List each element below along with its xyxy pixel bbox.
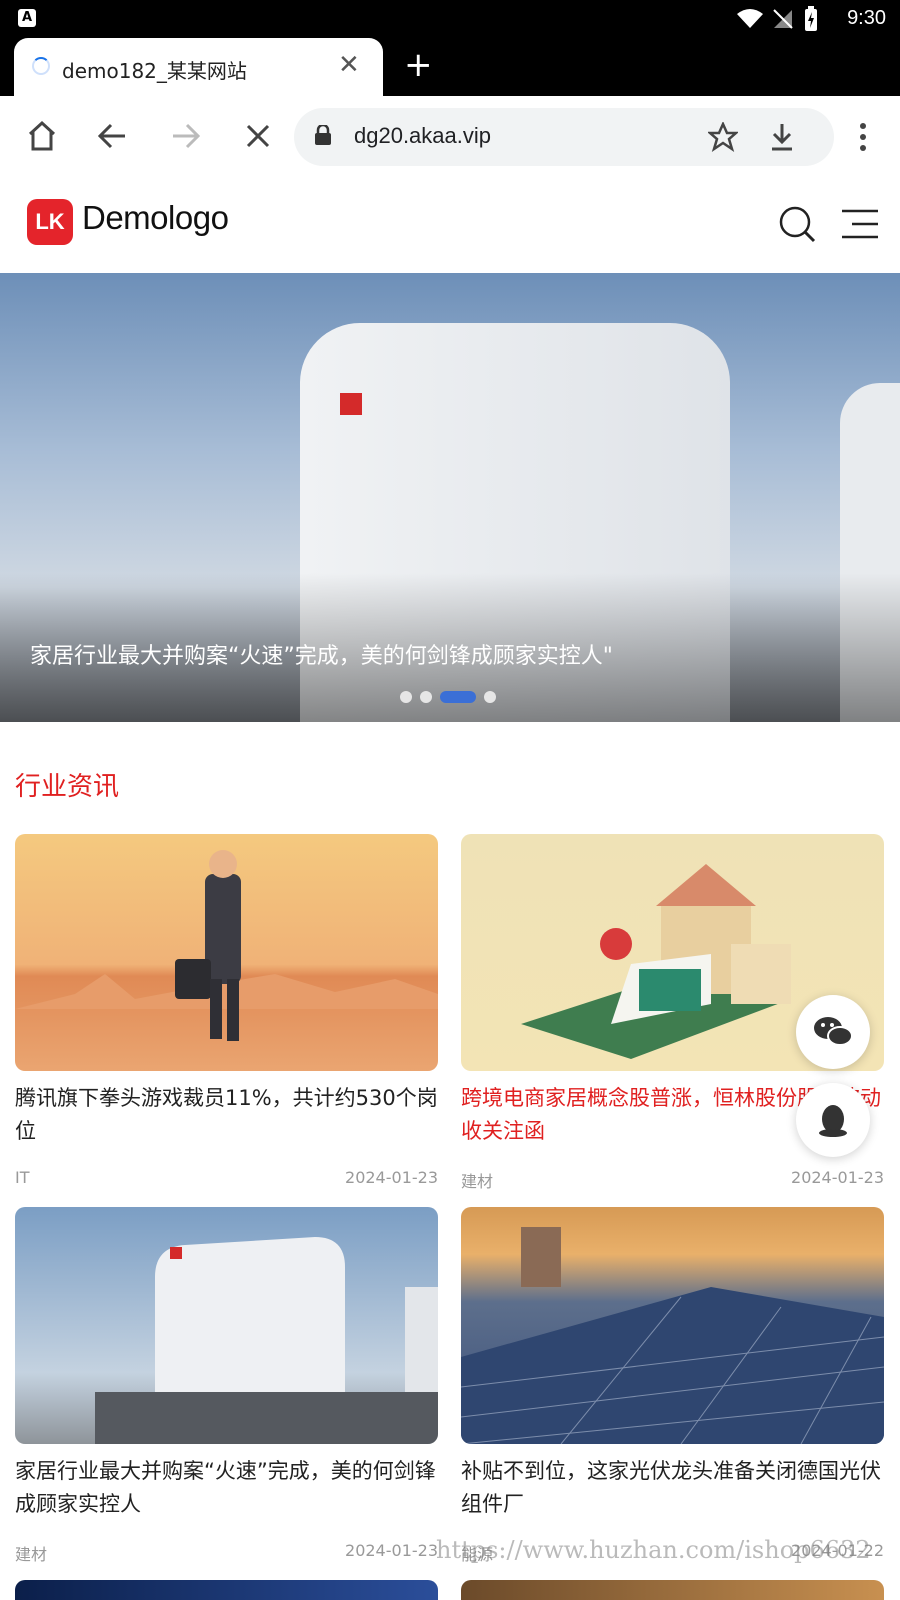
slider-dot-active[interactable]: [440, 690, 476, 703]
status-bar: A 9:30: [0, 0, 900, 38]
battery-charging-icon: [805, 6, 817, 31]
browser-toolbar: dg20.akaa.vip: [0, 96, 900, 183]
article-title[interactable]: 家居行业最大并购案“火速”完成，美的何剑锋成顾家实控人: [15, 1455, 438, 1521]
solar-panels-photo: [461, 1227, 884, 1444]
slider-dot[interactable]: [420, 690, 432, 703]
watermark: https://www.huzhan.com/ishop6632: [436, 1536, 871, 1564]
url-text[interactable]: dg20.akaa.vip: [354, 123, 491, 149]
stop-loading-icon[interactable]: [245, 123, 271, 149]
article-image-peek[interactable]: [15, 1580, 438, 1600]
new-tab-icon[interactable]: +: [404, 48, 433, 82]
article-title[interactable]: 腾讯旗下拳头游戏裁员11%，共计约530个岗位: [15, 1082, 438, 1148]
hero-caption[interactable]: 家居行业最大并购案“火速”完成，美的何剑锋成顾家实控人": [30, 638, 613, 670]
slider-dot[interactable]: [400, 690, 412, 703]
lock-icon: [315, 125, 331, 145]
logo-text[interactable]: Demologo: [82, 199, 229, 237]
article-image[interactable]: [461, 1207, 884, 1444]
browser-tab[interactable]: demo182_某某网站 ✕: [14, 38, 383, 96]
article-title[interactable]: 补贴不到位，这家光伏龙头准备关闭德国光伏组件厂: [461, 1455, 884, 1521]
notification-icon: A: [18, 9, 36, 27]
download-icon[interactable]: [768, 122, 796, 152]
clock: 9:30: [847, 7, 886, 29]
search-icon[interactable]: [778, 205, 816, 243]
article-image[interactable]: [15, 834, 438, 1071]
article-date: 2024-01-23: [345, 1168, 438, 1187]
article-image[interactable]: [15, 1207, 438, 1444]
qq-button[interactable]: [796, 1083, 870, 1157]
building-sign: [340, 393, 362, 415]
more-menu-icon[interactable]: [858, 122, 868, 154]
article-card[interactable]: 腾讯旗下拳头游戏裁员11%，共计约530个岗位 IT 2024-01-23: [15, 834, 438, 1187]
tab-title: demo182_某某网站: [62, 59, 247, 83]
wifi-icon: [737, 9, 763, 28]
building-photo: [95, 1237, 438, 1444]
loading-spinner-icon: [32, 57, 50, 75]
article-category[interactable]: 建材: [461, 1168, 493, 1192]
wechat-button[interactable]: [796, 995, 870, 1069]
article-card[interactable]: 补贴不到位，这家光伏龙头准备关闭德国光伏组件厂 能源 2024-01-22: [461, 1207, 884, 1564]
article-image-peek[interactable]: [461, 1580, 884, 1600]
hero-banner[interactable]: 家居行业最大并购案“火速”完成，美的何剑锋成顾家实控人": [0, 273, 900, 722]
slider-dot[interactable]: [484, 690, 496, 703]
qq-icon: [819, 1105, 847, 1137]
close-tab-icon[interactable]: ✕: [338, 50, 360, 80]
no-signal-icon: [773, 9, 793, 29]
forward-icon[interactable]: [170, 122, 200, 150]
wechat-icon: [814, 1017, 853, 1046]
tab-strip: demo182_某某网站 ✕ +: [0, 38, 900, 96]
article-date: 2024-01-23: [345, 1541, 438, 1560]
section-title: 行业资讯: [15, 772, 120, 802]
article-card[interactable]: 家居行业最大并购案“火速”完成，美的何剑锋成顾家实控人 建材 2024-01-2…: [15, 1207, 438, 1564]
menu-icon[interactable]: [840, 208, 880, 240]
article-category[interactable]: IT: [15, 1168, 30, 1187]
article-date: 2024-01-23: [791, 1168, 884, 1187]
slider-dots: [400, 686, 504, 703]
bookmark-star-icon[interactable]: [708, 122, 738, 152]
back-icon[interactable]: [98, 122, 128, 150]
home-icon[interactable]: [26, 120, 58, 152]
logo-mark[interactable]: LK: [27, 199, 73, 245]
site-header: LK Demologo: [0, 182, 900, 272]
businessman-illustration: [15, 850, 438, 1041]
address-bar[interactable]: dg20.akaa.vip: [294, 108, 834, 166]
article-category[interactable]: 建材: [15, 1541, 47, 1565]
